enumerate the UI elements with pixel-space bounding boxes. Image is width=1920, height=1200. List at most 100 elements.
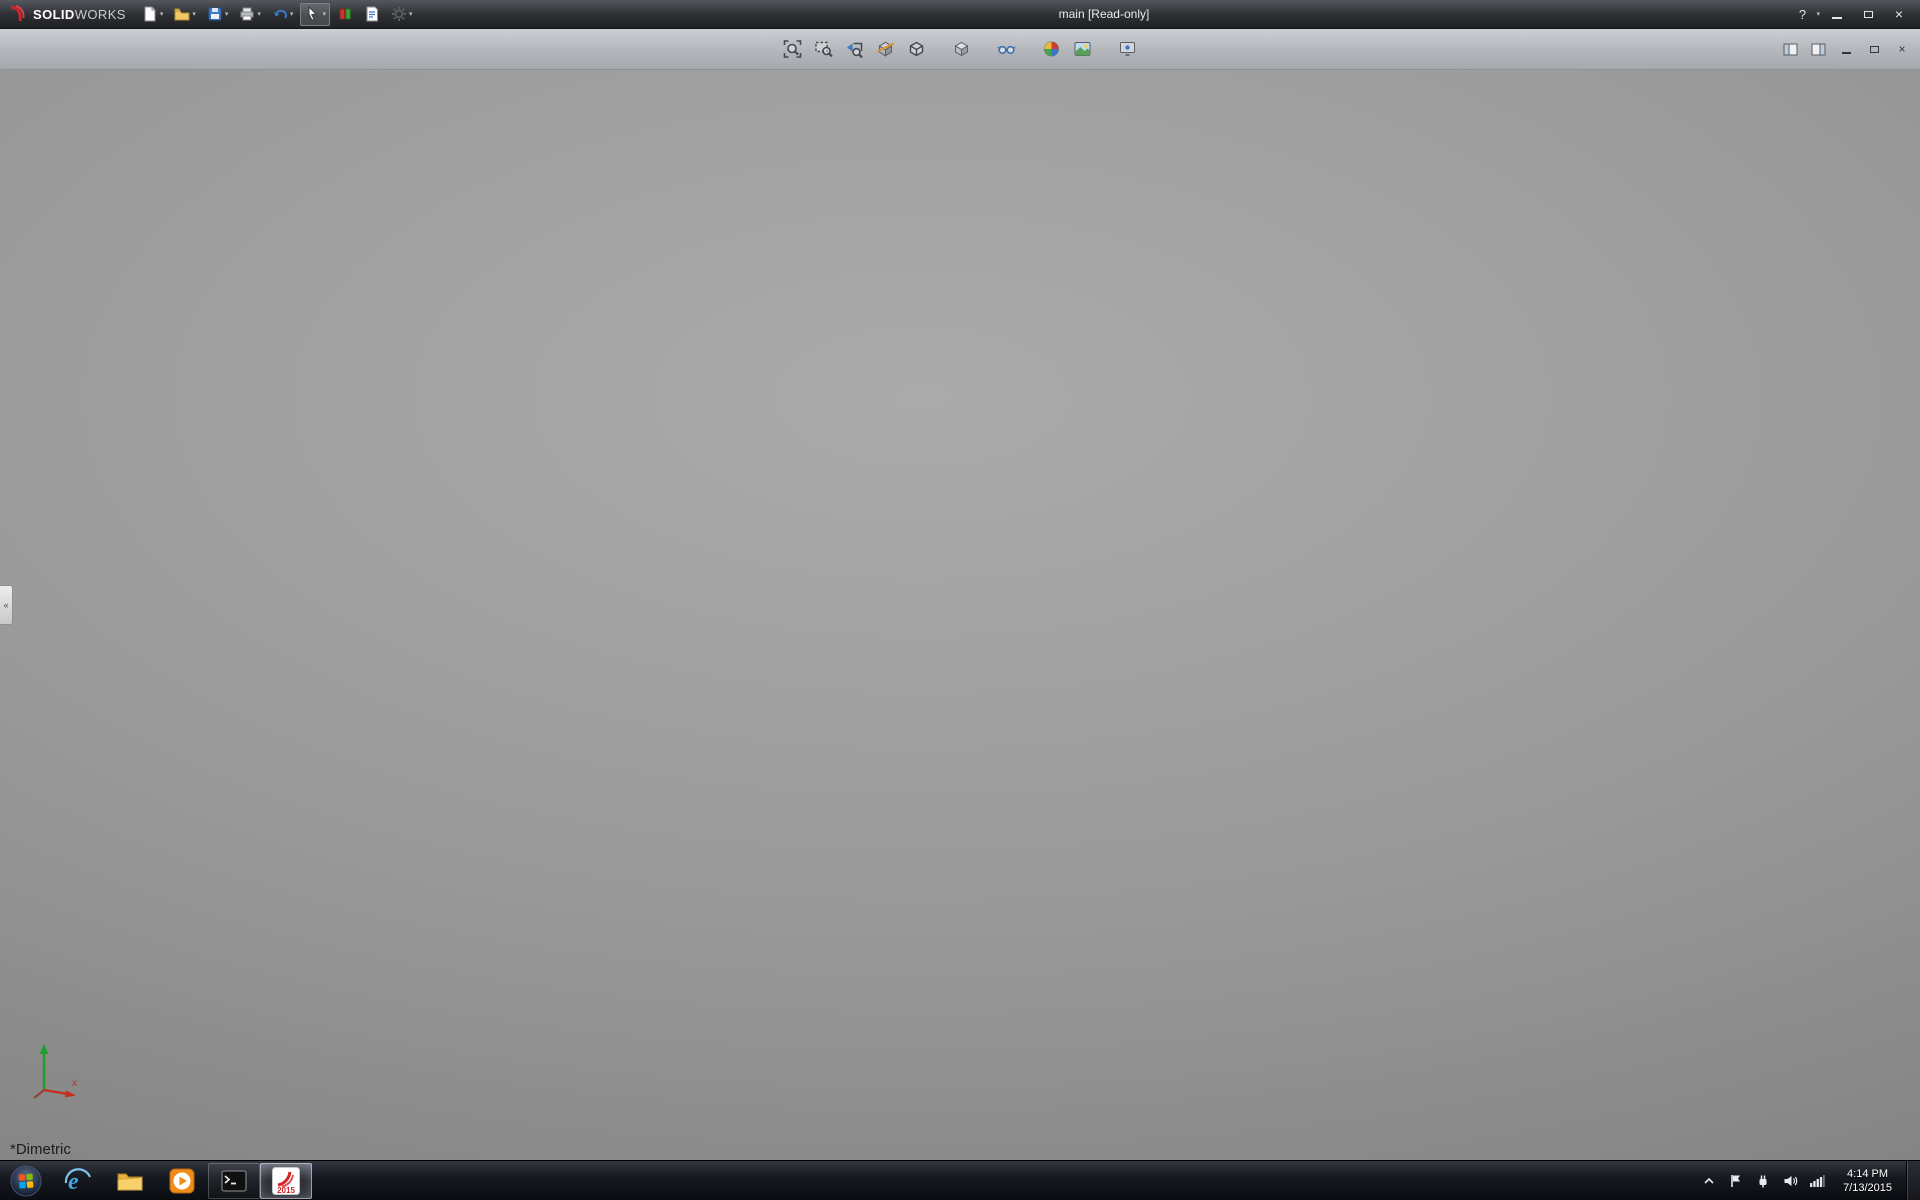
panel-collapse-arrow[interactable]: «: [0, 585, 13, 625]
select-cursor-icon: [304, 6, 320, 22]
save-button[interactable]: ▾: [203, 3, 233, 26]
power-plug-icon: [1756, 1173, 1770, 1189]
hide-show-items-icon: [997, 39, 1017, 59]
network-button[interactable]: [1808, 1161, 1826, 1200]
new-document-button[interactable]: ▾: [138, 3, 168, 26]
internet-explorer-button[interactable]: e: [52, 1161, 104, 1200]
volume-button[interactable]: [1781, 1161, 1799, 1200]
pane-right-button[interactable]: [1808, 40, 1828, 58]
help-button[interactable]: ?: [1791, 4, 1813, 25]
chevron-down-icon[interactable]: ▾: [1816, 10, 1820, 18]
orientation-triad: x: [14, 1034, 94, 1108]
brand-works: WORKS: [75, 7, 126, 22]
speaker-icon: [1782, 1173, 1798, 1189]
titlebar: SOLIDWORKS ▾ ▾ ▾ ▾ ▾: [0, 0, 1920, 29]
zoom-to-fit-button[interactable]: [780, 36, 806, 62]
chevron-down-icon[interactable]: ▾: [409, 11, 413, 18]
window-controls: ? ▾ ×: [1791, 4, 1916, 25]
view-settings-button[interactable]: [1115, 36, 1141, 62]
internet-explorer-icon: e: [63, 1166, 93, 1196]
undo-icon: [272, 6, 288, 22]
file-properties-button[interactable]: [360, 3, 384, 26]
start-button[interactable]: [0, 1161, 52, 1200]
chevron-down-icon[interactable]: ▾: [257, 11, 261, 18]
command-prompt-icon: [219, 1166, 249, 1196]
standard-toolbar: ▾ ▾ ▾ ▾ ▾ ▾: [138, 3, 417, 26]
rebuild-icon: [337, 6, 353, 22]
chevron-up-icon: [1702, 1174, 1716, 1188]
print-icon: [239, 6, 255, 22]
display-style-icon: [952, 39, 972, 59]
zoom-fit-icon: [783, 39, 803, 59]
edit-appearance-button[interactable]: [1039, 36, 1065, 62]
chevron-down-icon[interactable]: ▾: [290, 11, 294, 18]
zoom-to-area-button[interactable]: [811, 36, 837, 62]
hidden-icons-button[interactable]: [1700, 1161, 1718, 1200]
close-button[interactable]: ×: [1885, 4, 1913, 25]
file-properties-icon: [364, 6, 380, 22]
command-prompt-button[interactable]: [208, 1163, 260, 1199]
network-bars-icon: [1809, 1173, 1825, 1189]
display-style-button[interactable]: [949, 36, 975, 62]
windows-taskbar: e: [0, 1160, 1920, 1200]
undo-button[interactable]: ▾: [268, 3, 298, 26]
options-button[interactable]: ▾: [387, 3, 417, 26]
document-minimize-button[interactable]: [1836, 40, 1856, 58]
section-view-icon: [876, 39, 896, 59]
show-desktop-button[interactable]: [1906, 1161, 1920, 1200]
flag-icon: [1729, 1173, 1743, 1189]
power-button[interactable]: [1754, 1161, 1772, 1200]
print-button[interactable]: ▾: [235, 3, 265, 26]
view-settings-icon: [1118, 39, 1138, 59]
section-view-button[interactable]: [873, 36, 899, 62]
chevron-down-icon[interactable]: ▾: [322, 11, 326, 18]
new-document-icon: [142, 6, 158, 22]
solidworks-logo-icon: [8, 5, 28, 23]
solidworks-logo: SOLIDWORKS: [4, 5, 136, 23]
apply-scene-icon: [1073, 39, 1093, 59]
windows-explorer-button[interactable]: [104, 1161, 156, 1200]
chevron-down-icon[interactable]: ▾: [192, 11, 196, 18]
document-window-controls: ×: [1780, 40, 1912, 58]
folder-icon: [115, 1166, 145, 1196]
apply-scene-button[interactable]: [1070, 36, 1096, 62]
pane-left-button[interactable]: [1780, 40, 1800, 58]
save-icon: [207, 6, 223, 22]
view-orientation-cube-icon: [907, 39, 927, 59]
rebuild-button[interactable]: [333, 3, 357, 26]
heads-up-view-toolbar: [780, 36, 1141, 62]
triad-x-label: x: [72, 1078, 77, 1089]
options-gear-icon: [391, 6, 407, 22]
hide-show-items-button[interactable]: [994, 36, 1020, 62]
media-player-button[interactable]: [156, 1161, 208, 1200]
solidworks-2015-button[interactable]: 2015: [260, 1163, 312, 1199]
zoom-area-icon: [814, 39, 834, 59]
windows-start-orb-icon: [10, 1165, 42, 1197]
previous-view-button[interactable]: [842, 36, 868, 62]
action-center-button[interactable]: [1727, 1161, 1745, 1200]
clock-date: 7/13/2015: [1843, 1181, 1892, 1195]
document-title: main [Read-only]: [418, 7, 1789, 21]
select-button[interactable]: ▾: [300, 3, 330, 26]
open-button[interactable]: ▾: [170, 3, 200, 26]
document-close-button[interactable]: ×: [1892, 40, 1912, 58]
brand-solid: SOLID: [33, 7, 75, 22]
document-restore-button[interactable]: [1864, 40, 1884, 58]
solidworks-window: SOLIDWORKS ▾ ▾ ▾ ▾ ▾: [0, 0, 1920, 1200]
system-tray: 4:14 PM 7/13/2015: [1694, 1161, 1906, 1200]
open-folder-icon: [174, 6, 190, 22]
previous-view-icon: [845, 39, 865, 59]
minimize-button[interactable]: [1823, 4, 1851, 25]
view-orientation-button[interactable]: [904, 36, 930, 62]
pane-right-icon: [1811, 43, 1826, 56]
triad-axes-icon: [14, 1034, 94, 1108]
pane-left-icon: [1783, 43, 1798, 56]
graphics-area[interactable]: « x *Dimetric: [0, 70, 1920, 1160]
chevron-down-icon[interactable]: ▾: [225, 11, 229, 18]
chevron-down-icon[interactable]: ▾: [160, 11, 164, 18]
view-toolbar-strip: ×: [0, 29, 1920, 70]
taskbar-clock[interactable]: 4:14 PM 7/13/2015: [1835, 1167, 1900, 1195]
restore-button[interactable]: [1854, 4, 1882, 25]
media-player-icon: [167, 1166, 197, 1196]
jet-engine-3d-model: [0, 70, 1920, 1160]
